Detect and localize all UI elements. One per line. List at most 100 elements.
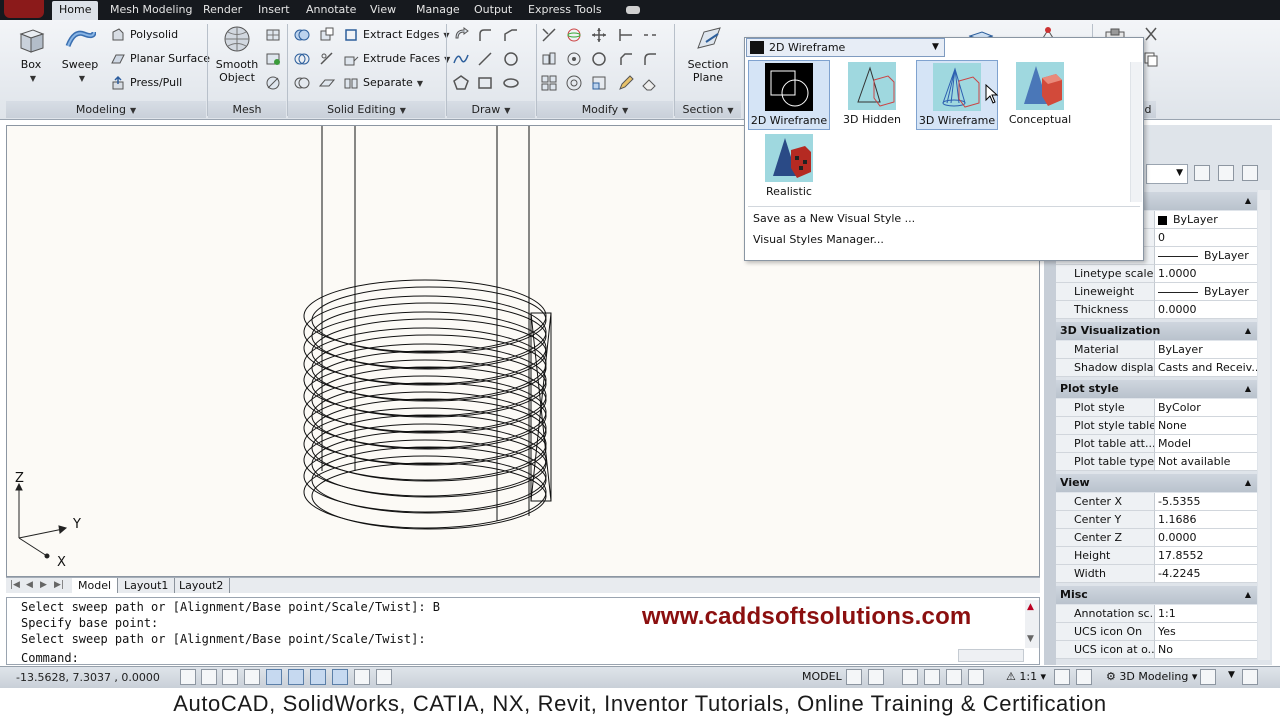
property-row[interactable]: Center Z 0.0000 xyxy=(1056,529,1257,547)
copy-icon[interactable] xyxy=(1142,50,1160,68)
tab-manage[interactable]: Manage xyxy=(409,1,467,20)
property-row[interactable]: Lineweight ByLayer xyxy=(1056,283,1257,301)
property-value[interactable]: No xyxy=(1154,641,1257,659)
property-row[interactable]: UCS icon at o... No xyxy=(1056,641,1257,659)
section-misc-header[interactable]: Misc ▲ xyxy=(1056,586,1257,604)
property-value[interactable]: Casts and Receiv... xyxy=(1154,359,1257,377)
line-icon[interactable] xyxy=(476,50,494,68)
property-row[interactable]: Height 17.8552 xyxy=(1056,547,1257,565)
visual-style-select[interactable]: 2D Wireframe xyxy=(746,38,945,57)
model-space-button[interactable]: MODEL xyxy=(802,670,842,683)
extract-edges-button[interactable]: Extract Edges▼ xyxy=(343,25,449,45)
property-value[interactable]: 0 xyxy=(1154,229,1257,247)
sweep-button[interactable]: Sweep ▼ xyxy=(60,24,100,85)
tab-output[interactable]: Output xyxy=(467,1,519,20)
polygon-icon[interactable] xyxy=(452,74,470,92)
3d-object-snap-toggle[interactable] xyxy=(310,669,326,685)
cut-icon[interactable] xyxy=(1142,26,1160,44)
property-row[interactable]: Linetype scale 1.0000 xyxy=(1056,265,1257,283)
property-row[interactable]: Plot style table None xyxy=(1056,417,1257,435)
union-icon[interactable] xyxy=(293,26,311,44)
mirror-icon[interactable] xyxy=(590,50,608,68)
lock-icon[interactable] xyxy=(1200,669,1216,685)
property-value[interactable]: -5.5355 xyxy=(1154,493,1257,511)
move-3d-icon[interactable] xyxy=(452,26,470,44)
tab-layout2[interactable]: Layout2 xyxy=(173,578,231,593)
scale-icon[interactable] xyxy=(590,74,608,92)
box-button[interactable]: Box ▼ xyxy=(12,24,50,85)
vs-tile-realistic[interactable]: Realistic xyxy=(748,132,830,202)
panel-title-modify[interactable]: Modify ▼ xyxy=(537,101,673,118)
object-type-select[interactable]: ▼ xyxy=(1146,164,1188,184)
status-menu-chevron-icon[interactable]: ▼ xyxy=(1228,670,1235,680)
save-new-visual-style-item[interactable]: Save as a New Visual Style ... xyxy=(753,212,915,225)
move-gizmo-icon[interactable] xyxy=(590,26,608,44)
panel-title-solid-editing[interactable]: Solid Editing ▼ xyxy=(288,101,445,118)
tab-layout1[interactable]: Layout1 xyxy=(118,578,176,593)
infer-constraints-toggle[interactable] xyxy=(180,669,196,685)
section-plane-button[interactable]: Section Plane xyxy=(684,24,732,84)
pan-icon[interactable] xyxy=(902,669,918,685)
property-value[interactable]: Yes xyxy=(1154,623,1257,641)
mesh-crease-icon[interactable] xyxy=(264,74,282,92)
property-value[interactable]: 0.0000 xyxy=(1154,301,1257,319)
quick-view-layouts-icon[interactable] xyxy=(846,669,862,685)
tab-view[interactable]: View xyxy=(363,1,403,20)
property-row[interactable]: Thickness 0.0000 xyxy=(1056,301,1257,319)
property-value[interactable]: 1.1686 xyxy=(1154,511,1257,529)
dynamic-input-toggle[interactable] xyxy=(376,669,392,685)
circle-icon[interactable] xyxy=(502,50,520,68)
ellipse-icon[interactable] xyxy=(502,74,520,92)
toggle-pickadd-icon[interactable] xyxy=(1194,165,1210,181)
annotation-scale-button[interactable]: ⚠ 1:1 ▾ xyxy=(1006,670,1046,683)
properties-scrollbar[interactable] xyxy=(1258,190,1270,660)
property-value[interactable]: ByLayer xyxy=(1154,211,1257,229)
property-row[interactable]: Plot table att... Model xyxy=(1056,435,1257,453)
first-layout-arrow-icon[interactable]: |◀ xyxy=(10,580,20,590)
quick-view-drawings-icon[interactable] xyxy=(868,669,884,685)
press-pull-button[interactable]: Press/Pull xyxy=(110,73,182,93)
showmotion-icon[interactable] xyxy=(968,669,984,685)
workspace-switching-button[interactable]: ⚙ 3D Modeling ▾ xyxy=(1106,670,1197,683)
mesh-refine-icon[interactable] xyxy=(264,50,282,68)
section-plot-style-header[interactable]: Plot style ▲ xyxy=(1056,380,1257,398)
property-value[interactable]: Model xyxy=(1154,435,1257,453)
auto-scale-icon[interactable] xyxy=(1076,669,1092,685)
snap-mode-toggle[interactable] xyxy=(201,669,217,685)
break-icon[interactable] xyxy=(641,26,659,44)
planar-surface-button[interactable]: Planar Surface xyxy=(110,49,210,69)
scroll-up-icon[interactable]: ▲ xyxy=(1027,602,1034,612)
rotate-3d-icon[interactable] xyxy=(565,26,583,44)
visual-styles-scrollbar[interactable] xyxy=(1130,62,1142,202)
property-row[interactable]: Width -4.2245 xyxy=(1056,565,1257,583)
offset-icon[interactable] xyxy=(565,74,583,92)
vs-tile-conceptual[interactable]: Conceptual xyxy=(1000,60,1080,130)
property-value[interactable]: ByLayer xyxy=(1154,247,1257,265)
polar-tracking-toggle[interactable] xyxy=(266,669,282,685)
property-row[interactable]: Center Y 1.1686 xyxy=(1056,511,1257,529)
extend-icon[interactable] xyxy=(617,26,635,44)
chevron-down-icon[interactable]: ▼ xyxy=(932,42,939,52)
trim-icon[interactable] xyxy=(540,26,558,44)
align-icon[interactable] xyxy=(540,50,558,68)
scroll-down-icon[interactable]: ▼ xyxy=(1027,634,1034,644)
panel-title-mesh[interactable]: Mesh xyxy=(208,101,286,118)
panel-title-draw[interactable]: Draw ▼ xyxy=(447,101,535,118)
tab-model[interactable]: Model xyxy=(72,578,119,593)
prev-layout-arrow-icon[interactable]: ◀ xyxy=(26,580,33,590)
annotation-visibility-icon[interactable] xyxy=(1054,669,1070,685)
panel-title-section[interactable]: Section ▼ xyxy=(675,101,741,118)
tab-render[interactable]: Render xyxy=(196,1,249,20)
property-row[interactable]: Shadow display Casts and Receiv... xyxy=(1056,359,1257,377)
quick-select-icon[interactable] xyxy=(1242,165,1258,181)
object-snap-tracking-toggle[interactable] xyxy=(332,669,348,685)
panel-title-modeling[interactable]: Modeling ▼ xyxy=(6,101,206,118)
command-scrollbar[interactable]: ▲ ▼ xyxy=(1025,600,1039,648)
extrude-faces-button[interactable]: Extrude Faces ▼ xyxy=(343,49,450,69)
last-layout-arrow-icon[interactable]: ▶| xyxy=(54,580,64,590)
mesh-box-icon[interactable] xyxy=(264,26,282,44)
interfere-icon[interactable] xyxy=(293,74,311,92)
property-row[interactable]: Plot style ByColor xyxy=(1056,399,1257,417)
3d-array-icon[interactable] xyxy=(565,50,583,68)
dynamic-ucs-toggle[interactable] xyxy=(354,669,370,685)
